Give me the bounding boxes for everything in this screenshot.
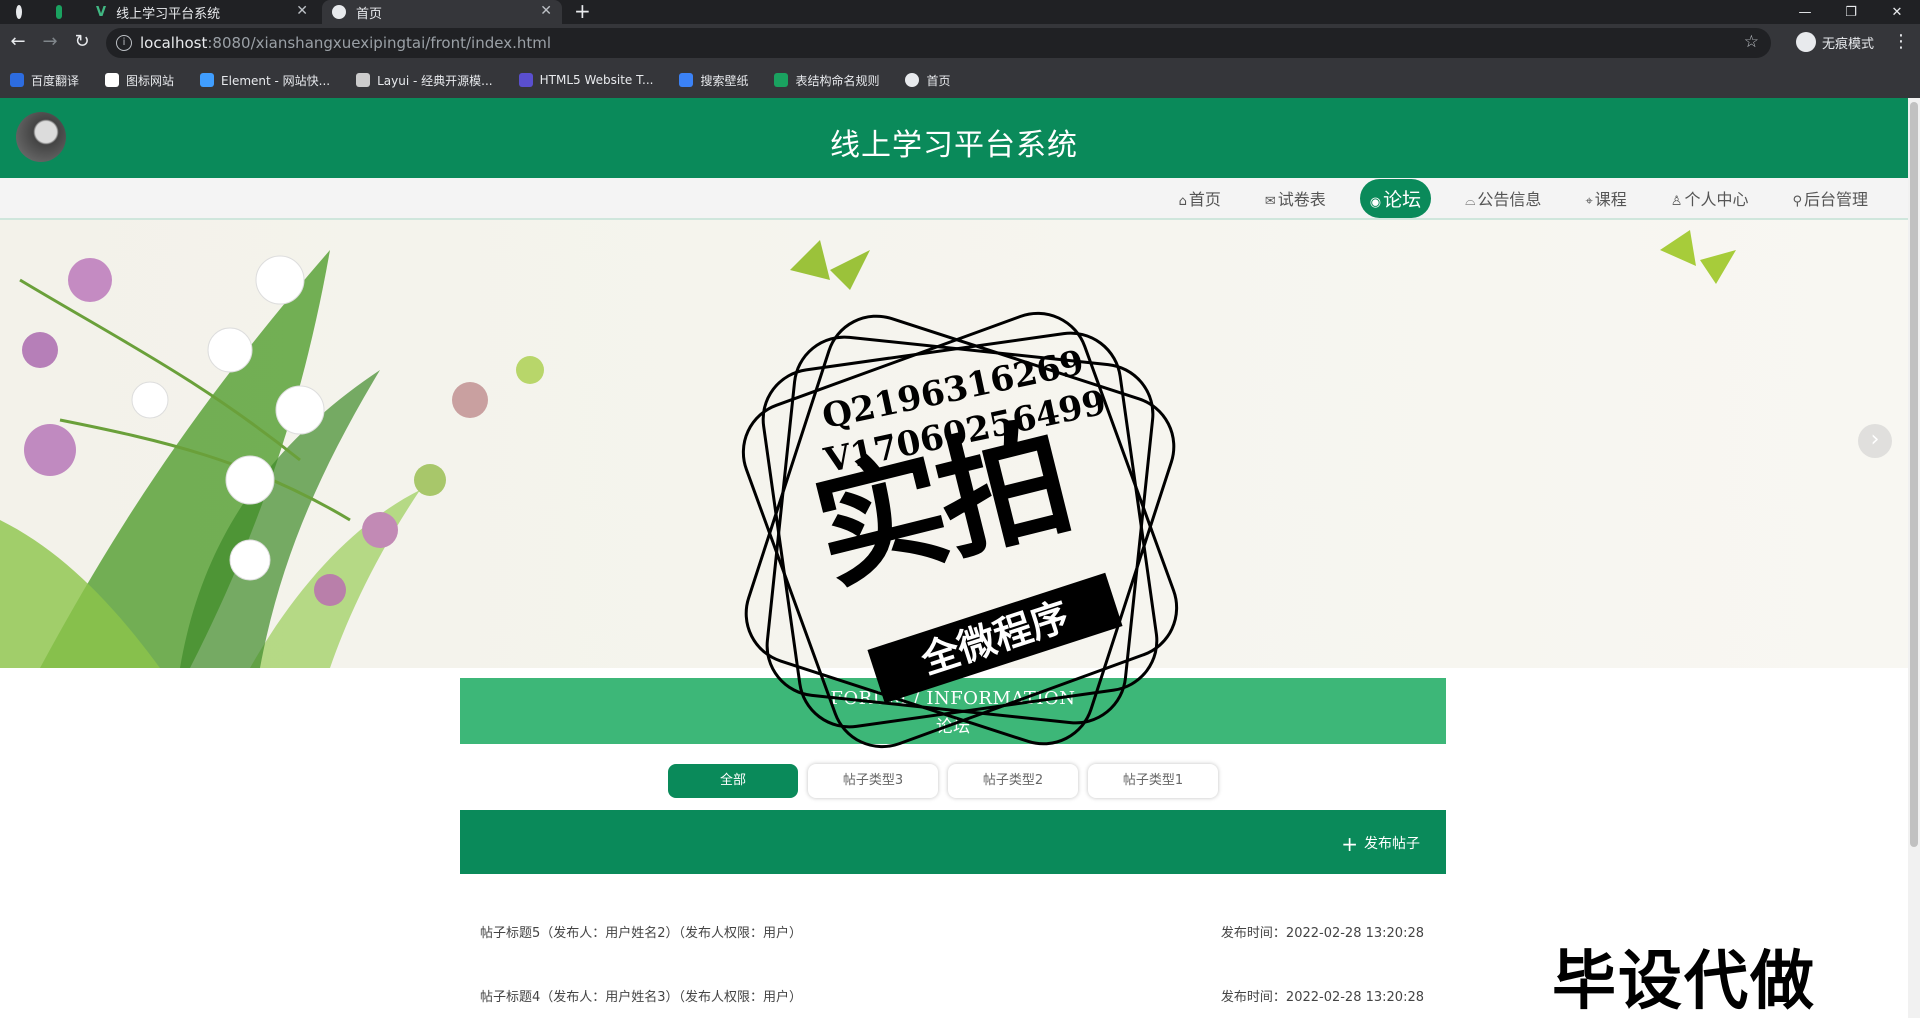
translate-icon	[10, 73, 24, 87]
bookmark-label: Element - 网站快...	[221, 73, 331, 88]
browser-tab-home[interactable]: 首页 ✕	[322, 0, 562, 24]
bookmark-item[interactable]: 首页	[905, 72, 951, 89]
bookmark-label: 首页	[926, 73, 951, 88]
incognito-label: 无痕模式	[1822, 36, 1875, 52]
reload-icon[interactable]: ↻	[70, 31, 94, 52]
close-icon[interactable]: ✕	[540, 3, 552, 19]
bookmark-label: 百度翻译	[31, 73, 80, 88]
list-item[interactable]: 帖子标题4（发布人：用户姓名3）（发布人权限：用户） 发布时间：2022-02-…	[460, 962, 1446, 1018]
nav-admin[interactable]: ⚲ 后台管理	[1782, 180, 1878, 216]
publish-post-label: 发布帖子	[1364, 836, 1420, 852]
nav-home[interactable]: ⌂ 首页	[1169, 180, 1231, 216]
incognito-icon	[1796, 32, 1816, 52]
new-tab-button[interactable]: +	[574, 0, 591, 24]
list-item[interactable]: 帖子标题5（发布人：用户姓名2）（发布人权限：用户） 发布时间：2022-02-…	[460, 898, 1446, 962]
sheet-icon	[56, 5, 62, 19]
nav-notices[interactable]: ⌓ 公告信息	[1455, 180, 1551, 216]
post-title[interactable]: 帖子标题5（发布人：用户姓名2）（发布人权限：用户）	[480, 922, 802, 941]
bookmark-item[interactable]: Layui - 经典开源模...	[356, 72, 493, 89]
link-icon: ⚲	[1792, 194, 1802, 209]
nav-forum[interactable]: ◉ 论坛	[1359, 178, 1432, 218]
nav-label: 公告信息	[1477, 190, 1542, 209]
incognito-indicator[interactable]: 无痕模式	[1796, 32, 1874, 52]
publish-post-button[interactable]: + 发布帖子	[1341, 832, 1420, 856]
bookmark-item[interactable]: 图标网站	[105, 72, 174, 89]
nav-label: 个人中心	[1684, 190, 1749, 209]
bookmark-item[interactable]: Element - 网站快...	[200, 72, 330, 89]
cloud-icon: ⌓	[1465, 194, 1476, 209]
site-title: 线上学习平台系统	[830, 128, 1078, 163]
main-nav: ⌂ 首页 ✉ 试卷表 ◉ 论坛 ⌓ 公告信息 ⌖ 课程 ♙ 个人中心 ⚲ 后台管理	[0, 178, 1908, 220]
tab-label: 线上学习平台系统	[116, 6, 221, 22]
layui-icon	[356, 73, 371, 87]
info-icon[interactable]: i	[116, 35, 132, 51]
nav-courses[interactable]: ⌖ 课程	[1575, 180, 1636, 216]
post-time: 发布时间：2022-02-28 13:20:28	[1220, 990, 1424, 1005]
user-icon: ♙	[1670, 194, 1683, 209]
vue-icon: V	[96, 4, 107, 20]
nav-label: 课程	[1594, 190, 1627, 209]
nav-label: 后台管理	[1803, 190, 1868, 209]
nav-profile[interactable]: ♙ 个人中心	[1661, 180, 1759, 216]
tab-label: 首页	[356, 6, 383, 22]
post-title[interactable]: 帖子标题4（发布人：用户姓名3）（发布人权限：用户）	[480, 986, 802, 1005]
browser-tab-pinned-1[interactable]	[6, 0, 42, 24]
url-host: localhost	[140, 34, 208, 52]
wallpaper-icon	[679, 73, 694, 87]
bookmark-item[interactable]: 搜索壁纸	[679, 72, 748, 89]
browser-tab-platform[interactable]: V 线上学习平台系统 ✕	[86, 0, 318, 24]
bookmark-label: HTML5 Website T...	[539, 73, 654, 87]
bookmark-item[interactable]: 百度翻译	[10, 72, 79, 89]
minimize-icon[interactable]: —	[1782, 5, 1828, 20]
bookmark-label: 图标网站	[126, 73, 175, 88]
bookmarks-bar: 百度翻译 图标网站 Element - 网站快... Layui - 经典开源模…	[0, 62, 1920, 99]
menu-kebab-icon[interactable]: ⋮	[1892, 31, 1910, 52]
nav-label: 首页	[1188, 190, 1221, 209]
post-time: 发布时间：2022-02-28 13:20:28	[1220, 926, 1424, 941]
back-icon[interactable]: ←	[6, 31, 30, 52]
home-icon: ⌂	[1178, 194, 1187, 209]
close-icon[interactable]: ✕	[296, 3, 308, 19]
window-controls: — ❐ ✕	[1782, 0, 1920, 24]
globe-icon	[905, 73, 920, 87]
globe-icon: ◉	[1369, 194, 1382, 210]
post-action-bar: + 发布帖子	[460, 810, 1446, 874]
mail-icon: ✉	[1264, 194, 1276, 209]
nav-label: 试卷表	[1277, 190, 1326, 209]
restore-icon[interactable]: ❐	[1828, 5, 1874, 20]
browser-tab-strip: V 线上学习平台系统 ✕ 首页 ✕ + — ❐ ✕	[0, 0, 1920, 24]
bookmark-label: 表结构命名规则	[795, 73, 880, 88]
nav-label: 论坛	[1383, 188, 1422, 211]
sheet-icon	[774, 73, 789, 87]
html5-icon	[518, 73, 533, 87]
element-icon	[200, 73, 215, 87]
forward-icon[interactable]: →	[38, 31, 62, 52]
globe-icon	[332, 5, 346, 19]
browser-toolbar: ← → ↻ i localhost:8080/xianshangxuexipin…	[0, 24, 1920, 62]
url-path: :8080/xianshangxuexipingtai/front/index.…	[207, 34, 552, 52]
flag-icon	[105, 73, 120, 87]
corner-watermark: 毕设代做	[1552, 945, 1816, 1019]
browser-tab-pinned-2[interactable]	[46, 0, 82, 24]
address-bar[interactable]: i localhost:8080/xianshangxuexipingtai/f…	[106, 28, 1771, 58]
site-header: 线上学习平台系统	[0, 98, 1908, 178]
plus-icon: +	[1341, 832, 1358, 856]
url-text[interactable]: localhost:8080/xianshangxuexipingtai/fro…	[140, 34, 551, 52]
carousel-next-arrow[interactable]: ›	[1858, 424, 1892, 458]
close-window-icon[interactable]: ✕	[1874, 5, 1920, 20]
bookmark-label: Layui - 经典开源模...	[377, 73, 493, 88]
bookmark-star-icon[interactable]: ☆	[1744, 32, 1759, 52]
nav-exam-papers[interactable]: ✉ 试卷表	[1255, 180, 1336, 216]
bookmark-label: 搜索壁纸	[700, 73, 749, 88]
globe-icon	[16, 5, 22, 19]
bookmark-item[interactable]: 表结构命名规则	[774, 72, 879, 89]
bookmark-item[interactable]: HTML5 Website T...	[518, 73, 654, 87]
tag-icon: ⌖	[1585, 194, 1593, 209]
page-scrollbar[interactable]	[1908, 98, 1920, 1018]
scrollbar-thumb[interactable]	[1910, 102, 1918, 847]
